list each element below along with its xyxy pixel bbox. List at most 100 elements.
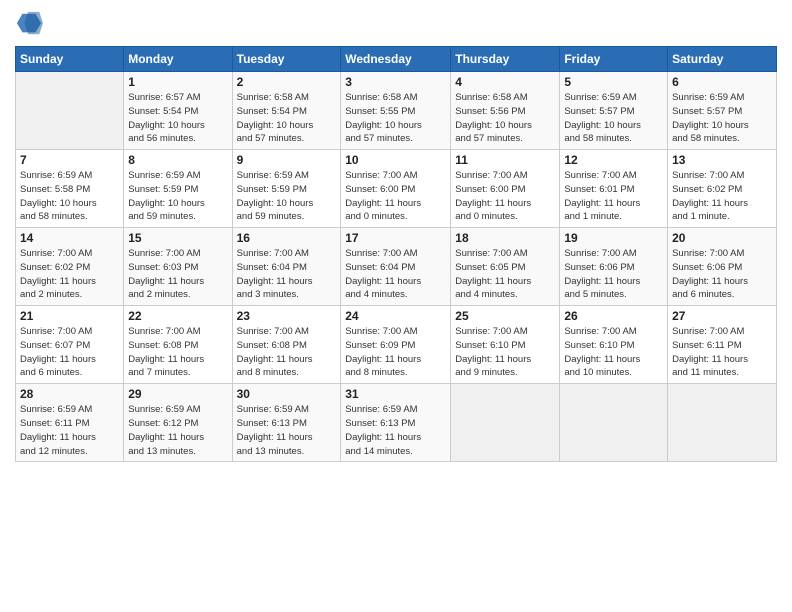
day-number: 26: [564, 309, 663, 323]
calendar-cell: 8 Sunrise: 6:59 AM Sunset: 5:59 PM Daylig…: [124, 150, 232, 228]
day-info: Sunrise: 6:58 AM Sunset: 5:55 PM Dayligh…: [345, 91, 446, 146]
day-info: Sunrise: 6:57 AM Sunset: 5:54 PM Dayligh…: [128, 91, 227, 146]
calendar-cell: 20 Sunrise: 7:00 AM Sunset: 6:06 PM Dayli…: [668, 228, 777, 306]
day-info: Sunrise: 6:59 AM Sunset: 5:57 PM Dayligh…: [564, 91, 663, 146]
calendar-cell: 29Sunrise: 6:59 AM Sunset: 6:12 PM Dayli…: [124, 384, 232, 462]
calendar-header-wednesday: Wednesday: [341, 47, 451, 72]
calendar-cell: 5 Sunrise: 6:59 AM Sunset: 5:57 PM Daylig…: [560, 72, 668, 150]
calendar-cell: 3 Sunrise: 6:58 AM Sunset: 5:55 PM Daylig…: [341, 72, 451, 150]
day-info: Sunrise: 7:00 AM Sunset: 6:05 PM Dayligh…: [455, 247, 555, 302]
day-info: Sunrise: 6:59 AM Sunset: 5:59 PM Dayligh…: [237, 169, 337, 224]
day-number: 20: [672, 231, 772, 245]
day-number: 31: [345, 387, 446, 401]
day-number: 14: [20, 231, 119, 245]
day-number: 16: [237, 231, 337, 245]
logo-icon: [15, 10, 43, 38]
calendar-cell: 14 Sunrise: 7:00 AM Sunset: 6:02 PM Dayli…: [16, 228, 124, 306]
calendar-cell: 15 Sunrise: 7:00 AM Sunset: 6:03 PM Dayli…: [124, 228, 232, 306]
day-number: 1: [128, 75, 227, 89]
calendar-header-row: SundayMondayTuesdayWednesdayThursdayFrid…: [16, 47, 777, 72]
day-info: Sunrise: 7:00 AM Sunset: 6:10 PM Dayligh…: [455, 325, 555, 380]
calendar-cell: 11 Sunrise: 7:00 AM Sunset: 6:00 PM Dayli…: [451, 150, 560, 228]
calendar-header-tuesday: Tuesday: [232, 47, 341, 72]
calendar-week-1: 1 Sunrise: 6:57 AM Sunset: 5:54 PM Daylig…: [16, 72, 777, 150]
day-info: Sunrise: 7:00 AM Sunset: 6:02 PM Dayligh…: [672, 169, 772, 224]
day-number: 15: [128, 231, 227, 245]
day-info: Sunrise: 6:58 AM Sunset: 5:54 PM Dayligh…: [237, 91, 337, 146]
calendar-cell: 1 Sunrise: 6:57 AM Sunset: 5:54 PM Daylig…: [124, 72, 232, 150]
day-number: 4: [455, 75, 555, 89]
calendar-week-4: 21 Sunrise: 7:00 AM Sunset: 6:07 PM Dayli…: [16, 306, 777, 384]
day-info: Sunrise: 7:00 AM Sunset: 6:08 PM Dayligh…: [128, 325, 227, 380]
day-info: Sunrise: 6:59 AM Sunset: 5:59 PM Dayligh…: [128, 169, 227, 224]
day-number: 29: [128, 387, 227, 401]
day-number: 8: [128, 153, 227, 167]
day-info: Sunrise: 6:59 AM Sunset: 6:11 PM Dayligh…: [20, 403, 119, 458]
calendar-header-monday: Monday: [124, 47, 232, 72]
calendar-cell: 10Sunrise: 7:00 AM Sunset: 6:00 PM Dayli…: [341, 150, 451, 228]
day-info: Sunrise: 7:00 AM Sunset: 6:07 PM Dayligh…: [20, 325, 119, 380]
calendar-cell: 24Sunrise: 7:00 AM Sunset: 6:09 PM Dayli…: [341, 306, 451, 384]
calendar-week-3: 14 Sunrise: 7:00 AM Sunset: 6:02 PM Dayli…: [16, 228, 777, 306]
day-info: Sunrise: 6:59 AM Sunset: 6:13 PM Dayligh…: [345, 403, 446, 458]
calendar-cell: 13Sunrise: 7:00 AM Sunset: 6:02 PM Dayli…: [668, 150, 777, 228]
day-number: 9: [237, 153, 337, 167]
day-number: 10: [345, 153, 446, 167]
day-info: Sunrise: 7:00 AM Sunset: 6:06 PM Dayligh…: [672, 247, 772, 302]
day-info: Sunrise: 6:59 AM Sunset: 5:57 PM Dayligh…: [672, 91, 772, 146]
calendar-cell: 2 Sunrise: 6:58 AM Sunset: 5:54 PM Daylig…: [232, 72, 341, 150]
day-number: 12: [564, 153, 663, 167]
calendar-cell: 30 Sunrise: 6:59 AM Sunset: 6:13 PM Dayli…: [232, 384, 341, 462]
calendar-cell: 28 Sunrise: 6:59 AM Sunset: 6:11 PM Dayli…: [16, 384, 124, 462]
day-number: 11: [455, 153, 555, 167]
day-number: 22: [128, 309, 227, 323]
day-info: Sunrise: 7:00 AM Sunset: 6:01 PM Dayligh…: [564, 169, 663, 224]
day-info: Sunrise: 7:00 AM Sunset: 6:11 PM Dayligh…: [672, 325, 772, 380]
calendar-cell: 25 Sunrise: 7:00 AM Sunset: 6:10 PM Dayli…: [451, 306, 560, 384]
calendar-cell: 12 Sunrise: 7:00 AM Sunset: 6:01 PM Dayli…: [560, 150, 668, 228]
day-number: 28: [20, 387, 119, 401]
calendar-cell: 21 Sunrise: 7:00 AM Sunset: 6:07 PM Dayli…: [16, 306, 124, 384]
day-info: Sunrise: 6:59 AM Sunset: 5:58 PM Dayligh…: [20, 169, 119, 224]
calendar-cell: 19Sunrise: 7:00 AM Sunset: 6:06 PM Dayli…: [560, 228, 668, 306]
calendar-header-friday: Friday: [560, 47, 668, 72]
day-number: 5: [564, 75, 663, 89]
calendar-cell: 27 Sunrise: 7:00 AM Sunset: 6:11 PM Dayli…: [668, 306, 777, 384]
day-info: Sunrise: 6:58 AM Sunset: 5:56 PM Dayligh…: [455, 91, 555, 146]
day-number: 17: [345, 231, 446, 245]
header: [15, 10, 777, 38]
calendar-header-thursday: Thursday: [451, 47, 560, 72]
day-info: Sunrise: 7:00 AM Sunset: 6:04 PM Dayligh…: [237, 247, 337, 302]
calendar-header-saturday: Saturday: [668, 47, 777, 72]
day-number: 24: [345, 309, 446, 323]
calendar-cell: 23Sunrise: 7:00 AM Sunset: 6:08 PM Dayli…: [232, 306, 341, 384]
calendar-cell: 16 Sunrise: 7:00 AM Sunset: 6:04 PM Dayli…: [232, 228, 341, 306]
day-info: Sunrise: 7:00 AM Sunset: 6:03 PM Dayligh…: [128, 247, 227, 302]
day-number: 27: [672, 309, 772, 323]
calendar-cell: [560, 384, 668, 462]
day-info: Sunrise: 7:00 AM Sunset: 6:10 PM Dayligh…: [564, 325, 663, 380]
calendar-cell: 22 Sunrise: 7:00 AM Sunset: 6:08 PM Dayli…: [124, 306, 232, 384]
day-info: Sunrise: 7:00 AM Sunset: 6:08 PM Dayligh…: [237, 325, 337, 380]
day-number: 3: [345, 75, 446, 89]
day-info: Sunrise: 6:59 AM Sunset: 6:13 PM Dayligh…: [237, 403, 337, 458]
day-info: Sunrise: 7:00 AM Sunset: 6:04 PM Dayligh…: [345, 247, 446, 302]
calendar-cell: 26 Sunrise: 7:00 AM Sunset: 6:10 PM Dayli…: [560, 306, 668, 384]
calendar: SundayMondayTuesdayWednesdayThursdayFrid…: [15, 46, 777, 462]
day-info: Sunrise: 7:00 AM Sunset: 6:02 PM Dayligh…: [20, 247, 119, 302]
calendar-cell: 17 Sunrise: 7:00 AM Sunset: 6:04 PM Dayli…: [341, 228, 451, 306]
calendar-cell: 7 Sunrise: 6:59 AM Sunset: 5:58 PM Daylig…: [16, 150, 124, 228]
calendar-cell: 18Sunrise: 7:00 AM Sunset: 6:05 PM Dayli…: [451, 228, 560, 306]
day-info: Sunrise: 7:00 AM Sunset: 6:00 PM Dayligh…: [455, 169, 555, 224]
calendar-week-5: 28 Sunrise: 6:59 AM Sunset: 6:11 PM Dayli…: [16, 384, 777, 462]
calendar-cell: [16, 72, 124, 150]
day-number: 2: [237, 75, 337, 89]
day-number: 30: [237, 387, 337, 401]
day-number: 7: [20, 153, 119, 167]
day-number: 6: [672, 75, 772, 89]
day-number: 25: [455, 309, 555, 323]
day-info: Sunrise: 7:00 AM Sunset: 6:06 PM Dayligh…: [564, 247, 663, 302]
day-number: 21: [20, 309, 119, 323]
calendar-cell: [451, 384, 560, 462]
calendar-header-sunday: Sunday: [16, 47, 124, 72]
